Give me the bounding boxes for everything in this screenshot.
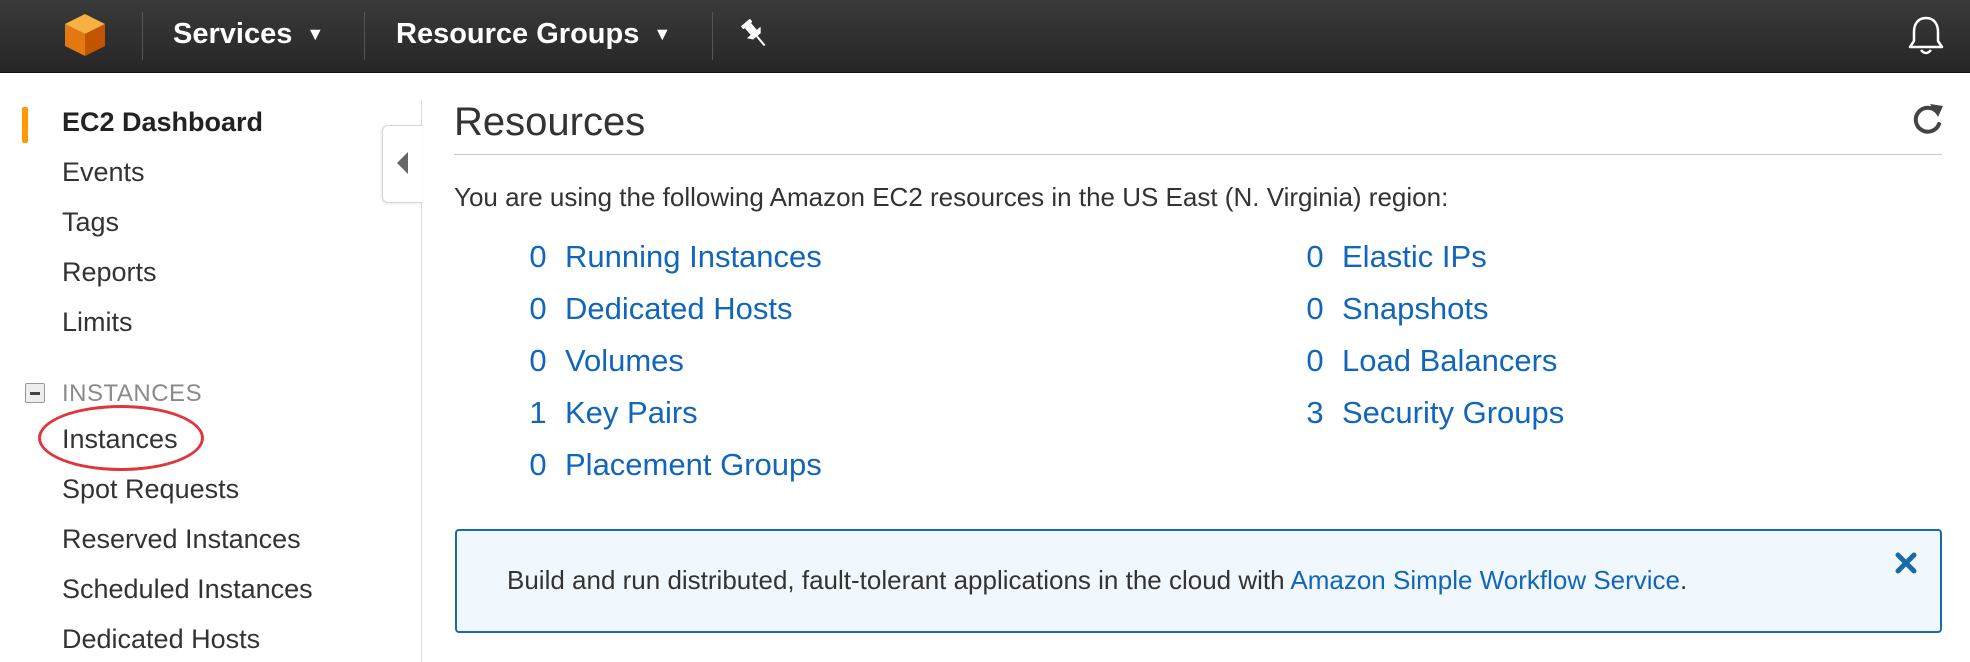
resource-link-snapshots[interactable]: Snapshots: [1342, 291, 1489, 327]
chevron-down-icon: ▼: [306, 24, 325, 44]
top-navigation-bar: Services ▼ Resource Groups ▼: [0, 0, 1970, 73]
active-indicator: [22, 107, 28, 143]
resource-count: 0: [1306, 239, 1324, 274]
sidebar-item-limits[interactable]: Limits: [62, 307, 133, 338]
resource-link-volumes[interactable]: Volumes: [565, 343, 684, 379]
resource-groups-menu[interactable]: Resource Groups ▼: [396, 0, 671, 72]
nav-separator: [364, 12, 365, 60]
banner-message: Build and run distributed, fault-toleran…: [507, 565, 1687, 596]
resource-link-placement-groups[interactable]: Placement Groups: [565, 447, 822, 483]
resource-count: 0: [1306, 291, 1324, 326]
bell-icon[interactable]: [1906, 14, 1946, 58]
sidebar-item-tags[interactable]: Tags: [62, 207, 119, 238]
resource-count: 0: [529, 291, 547, 326]
sidebar-item-spot-requests[interactable]: Spot Requests: [62, 474, 239, 505]
services-label: Services: [173, 18, 293, 50]
resource-count: 1: [529, 395, 547, 430]
resource-groups-label: Resource Groups: [396, 18, 640, 50]
close-icon[interactable]: [1892, 549, 1920, 577]
resource-count: 0: [529, 447, 547, 482]
pin-icon[interactable]: [735, 14, 775, 54]
page-title: Resources: [454, 100, 646, 144]
aws-cube-logo[interactable]: [60, 10, 110, 60]
region-intro-text: You are using the following Amazon EC2 r…: [454, 182, 1449, 212]
info-banner: Build and run distributed, fault-toleran…: [455, 529, 1942, 633]
nav-separator: [142, 12, 143, 60]
resource-link-elastic-ips[interactable]: Elastic IPs: [1342, 239, 1487, 275]
resource-link-dedicated-hosts[interactable]: Dedicated Hosts: [565, 291, 792, 327]
swf-service-link[interactable]: Amazon Simple Workflow Service: [1290, 565, 1680, 595]
refresh-icon[interactable]: [1908, 100, 1946, 138]
resource-count: 0: [1306, 343, 1324, 378]
title-divider: [454, 154, 1942, 155]
banner-suffix: .: [1680, 565, 1688, 595]
resource-link-load-balancers[interactable]: Load Balancers: [1342, 343, 1557, 379]
collapse-sidebar-button[interactable]: [382, 125, 423, 203]
resource-link-security-groups[interactable]: Security Groups: [1342, 395, 1564, 431]
banner-text: Build and run distributed, fault-toleran…: [507, 565, 1285, 595]
resource-count: 0: [529, 343, 547, 378]
sidebar-item-scheduled-instances[interactable]: Scheduled Instances: [62, 574, 313, 605]
resource-count: 3: [1306, 395, 1324, 430]
collapse-section-icon[interactable]: [25, 383, 45, 403]
sidebar-item-dedicated-hosts[interactable]: Dedicated Hosts: [62, 624, 260, 655]
sidebar-item-reports[interactable]: Reports: [62, 257, 157, 288]
section-header-instances: INSTANCES: [62, 380, 203, 407]
sidebar: EC2 Dashboard Events Tags Reports Limits…: [0, 72, 420, 662]
red-circle-annotation: [38, 405, 204, 471]
services-menu[interactable]: Services ▼: [173, 0, 324, 72]
sidebar-item-events[interactable]: Events: [62, 157, 145, 188]
sidebar-item-reserved-instances[interactable]: Reserved Instances: [62, 524, 301, 555]
resource-count: 0: [529, 239, 547, 274]
sidebar-item-ec2-dashboard[interactable]: EC2 Dashboard: [62, 107, 263, 138]
resource-link-key-pairs[interactable]: Key Pairs: [565, 395, 698, 431]
nav-separator: [712, 12, 713, 60]
chevron-down-icon: ▼: [653, 24, 672, 44]
chevron-left-icon: [397, 152, 408, 174]
resource-link-running-instances[interactable]: Running Instances: [565, 239, 822, 275]
